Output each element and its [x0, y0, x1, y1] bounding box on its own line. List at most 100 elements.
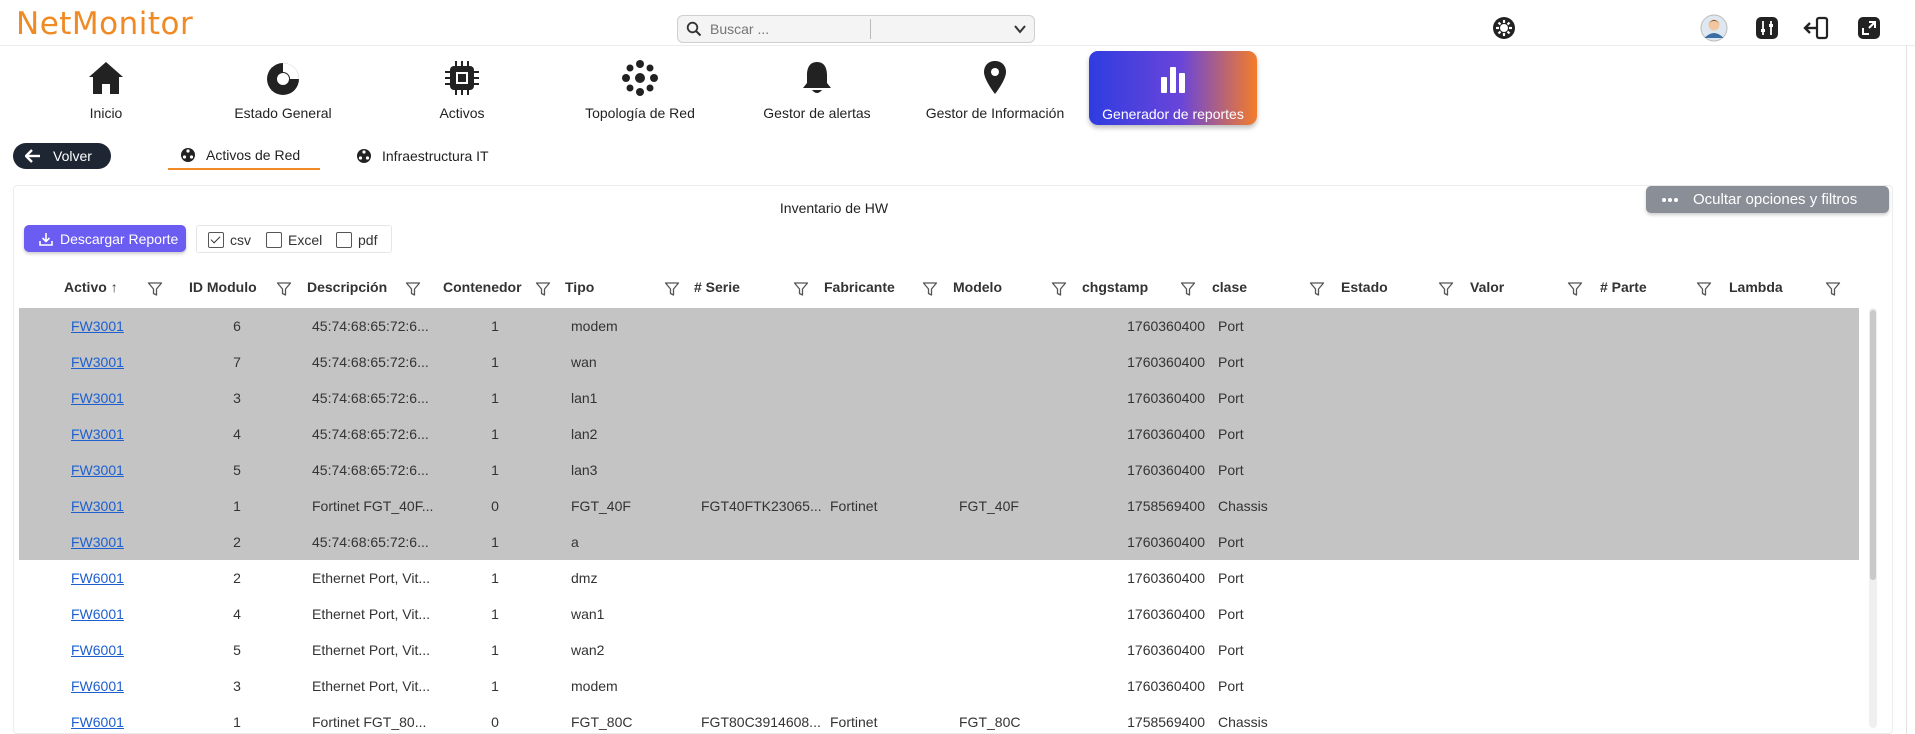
tab-activos-de-red[interactable]: Activos de Red	[168, 142, 320, 170]
col-header-chgstamp[interactable]: chgstamp	[1082, 279, 1148, 295]
col-header-fabricante[interactable]: Fabricante	[824, 279, 895, 295]
col-header-id-modulo[interactable]: ID Modulo	[189, 279, 257, 295]
format-excel[interactable]: Excel	[266, 232, 322, 248]
nav-gestor-informacion[interactable]: Gestor de Información	[915, 50, 1075, 124]
filter-icon[interactable]	[1567, 281, 1583, 297]
format-pdf[interactable]: pdf	[336, 232, 377, 248]
filter-icon[interactable]	[276, 281, 292, 297]
sort-ascending-icon[interactable]: ↑	[111, 279, 118, 295]
nav-label: Generador de reportes	[1102, 106, 1244, 122]
filter-icon[interactable]	[922, 281, 938, 297]
cell-activo[interactable]: FW6001	[71, 570, 124, 586]
col-header-tipo[interactable]: Tipo	[565, 279, 594, 295]
table-row[interactable]: FW3001 6 45:74:68:65:72:6... 1 modem 17603604…	[19, 308, 1859, 344]
table-row[interactable]: FW3001 1 Fortinet FGT_40F... 0 FGT_40F FGT40F…	[19, 488, 1859, 524]
download-icon	[39, 232, 53, 246]
cell-activo[interactable]: FW6001	[71, 606, 124, 622]
format-csv[interactable]: csv	[208, 232, 251, 248]
filter-icon[interactable]	[535, 281, 551, 297]
col-header-estado[interactable]: Estado	[1341, 279, 1388, 295]
cell-chgstamp: 1760360400	[1127, 354, 1205, 370]
col-header-lambda[interactable]: Lambda	[1729, 279, 1783, 295]
filter-icon[interactable]	[1696, 281, 1712, 297]
pdf-checkbox[interactable]	[336, 232, 352, 248]
csv-checkbox[interactable]	[208, 232, 224, 248]
cell-activo[interactable]: FW3001	[71, 354, 124, 370]
table-row[interactable]: FW6001 3 Ethernet Port, Vit... 1 modem 176036…	[19, 668, 1859, 704]
col-header-activo[interactable]: Activo ↑	[64, 279, 118, 295]
filter-icon[interactable]	[1180, 281, 1196, 297]
cell-chgstamp: 1760360400	[1127, 642, 1205, 658]
table-row[interactable]: FW6001 4 Ethernet Port, Vit... 1 wan1 1760360…	[19, 596, 1859, 632]
table-row[interactable]: FW3001 2 45:74:68:65:72:6... 1 a 1760360400 Po…	[19, 524, 1859, 560]
expand-icon[interactable]	[1855, 14, 1883, 42]
cell-activo[interactable]: FW6001	[71, 678, 124, 694]
filter-icon[interactable]	[405, 281, 421, 297]
cell-activo[interactable]: FW6001	[71, 714, 124, 730]
table-row[interactable]: FW6001 5 Ethernet Port, Vit... 1 wan2 1760360…	[19, 632, 1859, 668]
nav-estado-general[interactable]: Estado General	[213, 50, 353, 124]
scrollbar-thumb[interactable]	[1870, 310, 1876, 580]
cell-activo[interactable]: FW3001	[71, 390, 124, 406]
tab-infraestructura-it[interactable]: Infraestructura IT	[356, 142, 489, 170]
cell-activo[interactable]: FW6001	[71, 642, 124, 658]
chevron-down-icon[interactable]	[1012, 21, 1028, 37]
cell-descripcion: 45:74:68:65:72:6...	[312, 354, 429, 370]
cell-activo[interactable]: FW3001	[71, 498, 124, 514]
col-header-valor[interactable]: Valor	[1470, 279, 1504, 295]
col-header-label: # Parte	[1600, 279, 1647, 295]
table-row[interactable]: FW6001 2 Ethernet Port, Vit... 1 dmz 17603604…	[19, 560, 1859, 596]
filter-icon[interactable]	[1825, 281, 1841, 297]
col-header-contenedor[interactable]: Contenedor	[443, 279, 522, 295]
cell-activo[interactable]: FW3001	[71, 426, 124, 442]
col-header-serie[interactable]: # Serie	[694, 279, 740, 295]
controls-icon[interactable]	[1753, 14, 1781, 42]
filter-icon[interactable]	[1438, 281, 1454, 297]
cell-descripcion: Ethernet Port, Vit...	[312, 606, 431, 622]
cell-contenedor: 1	[491, 390, 499, 406]
col-header-parte[interactable]: # Parte	[1600, 279, 1647, 295]
table-row[interactable]: FW3001 7 45:74:68:65:72:6... 1 wan 1760360400…	[19, 344, 1859, 380]
user-avatar[interactable]	[1700, 14, 1728, 42]
table-row[interactable]: FW3001 5 45:74:68:65:72:6... 1 lan3 176036040…	[19, 452, 1859, 488]
cell-activo[interactable]: FW3001	[71, 534, 124, 550]
filter-icon[interactable]	[147, 281, 163, 297]
settings-gear-icon[interactable]	[1490, 14, 1518, 42]
vertical-scrollbar[interactable]	[1869, 308, 1877, 728]
cell-tipo: modem	[571, 318, 618, 334]
download-report-label: Descargar Reporte	[60, 230, 179, 247]
back-button[interactable]: Volver	[13, 143, 111, 169]
cell-chgstamp: 1760360400	[1127, 534, 1205, 550]
col-header-descripcion[interactable]: Descripción	[307, 279, 387, 295]
filter-icon[interactable]	[1309, 281, 1325, 297]
download-report-button[interactable]: Descargar Reporte	[24, 225, 186, 252]
col-header-modelo[interactable]: Modelo	[953, 279, 1002, 295]
filter-icon[interactable]	[1051, 281, 1067, 297]
filter-icon[interactable]	[793, 281, 809, 297]
cell-descripcion: Fortinet FGT_40F...	[312, 498, 434, 514]
cell-modelo: FGT_40F	[959, 498, 1019, 514]
search-input[interactable]	[710, 19, 858, 39]
table-row[interactable]: FW6001 1 Fortinet FGT_80... 0 FGT_80C FGT80C3…	[19, 704, 1859, 734]
nav-activos[interactable]: Activos	[392, 50, 532, 124]
table-row[interactable]: FW3001 4 45:74:68:65:72:6... 1 lan2 176036040…	[19, 416, 1859, 452]
cell-activo[interactable]: FW3001	[71, 462, 124, 478]
back-button-label: Volver	[53, 148, 92, 164]
search-box[interactable]	[677, 15, 1035, 43]
cell-chgstamp: 1760360400	[1127, 606, 1205, 622]
cell-id-modulo: 5	[233, 462, 241, 478]
table-row[interactable]: FW3001 3 45:74:68:65:72:6... 1 lan1 176036040…	[19, 380, 1859, 416]
col-header-clase[interactable]: clase	[1212, 279, 1247, 295]
cell-activo[interactable]: FW3001	[71, 318, 124, 334]
cell-tipo: FGT_40F	[571, 498, 631, 514]
toggle-options-button[interactable]: Ocultar opciones y filtros	[1646, 186, 1889, 213]
nav-inicio[interactable]: Inicio	[36, 50, 176, 124]
nav-generador-reportes[interactable]: Generador de reportes	[1089, 51, 1257, 125]
cell-fabricante: Fortinet	[830, 498, 878, 514]
nav-topologia[interactable]: Topología de Red	[570, 50, 710, 124]
excel-checkbox[interactable]	[266, 232, 282, 248]
filter-icon[interactable]	[664, 281, 680, 297]
app-logo[interactable]: NetMonitor	[16, 6, 193, 42]
nav-alertas[interactable]: Gestor de alertas	[747, 50, 887, 124]
logout-icon[interactable]	[1802, 14, 1830, 42]
